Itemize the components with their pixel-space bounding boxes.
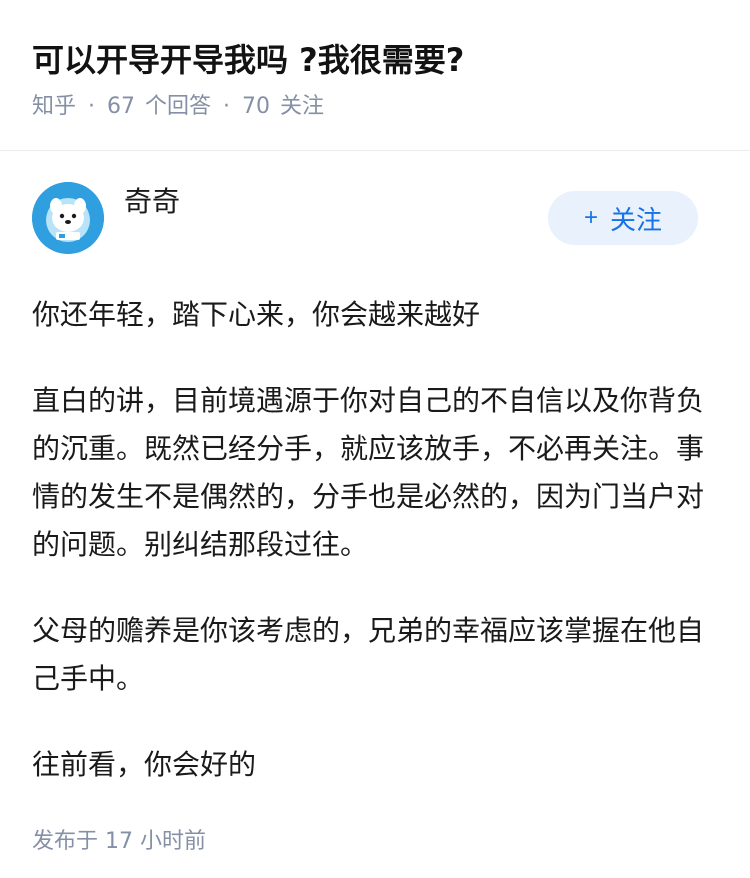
answer-paragraph: 直白的讲，目前境遇源于你对自己的不自信以及你背负的沉重。既然已经分手，就应该放手… <box>32 384 705 561</box>
answers-count[interactable]: 67 <box>107 92 135 122</box>
answer-paragraph: 父母的赡养是你该考虑的，兄弟的幸福应该掌握在他自己手中。 <box>32 614 705 695</box>
author-row: 奇奇 + 关注 <box>0 151 750 255</box>
followers-count[interactable]: 70 <box>242 92 270 122</box>
question-header: 可以开导开导我吗 ?我很需要? 知乎 · 67 个回答 · 70 关注 <box>0 0 750 119</box>
meta-separator: · <box>223 94 231 119</box>
answer-paragraph: 往前看，你会好的 <box>32 748 257 781</box>
plus-icon: + <box>583 204 598 231</box>
answer-paragraph: 你还年轻，踏下心来，你会越来越好 <box>32 298 481 331</box>
meta-separator: · <box>88 94 96 119</box>
publish-time: 发布于 17 小时前 <box>32 829 206 854</box>
question-meta: 知乎 · 67 个回答 · 70 关注 <box>32 92 718 122</box>
author-name[interactable]: 奇奇 <box>124 180 548 220</box>
question-title[interactable]: 可以开导开导我吗 ?我很需要? <box>32 38 718 82</box>
follow-button[interactable]: + 关注 <box>548 191 698 245</box>
answers-label[interactable]: 个回答 <box>145 92 211 122</box>
avatar-icon[interactable] <box>32 182 104 254</box>
answer-content: 你还年轻，踏下心来，你会越来越好 直白的讲，目前境遇源于你对自己的不自信以及你背… <box>0 291 750 789</box>
source-label[interactable]: 知乎 <box>32 92 76 122</box>
follow-label: 关注 <box>610 204 663 235</box>
followers-label[interactable]: 关注 <box>280 92 324 122</box>
